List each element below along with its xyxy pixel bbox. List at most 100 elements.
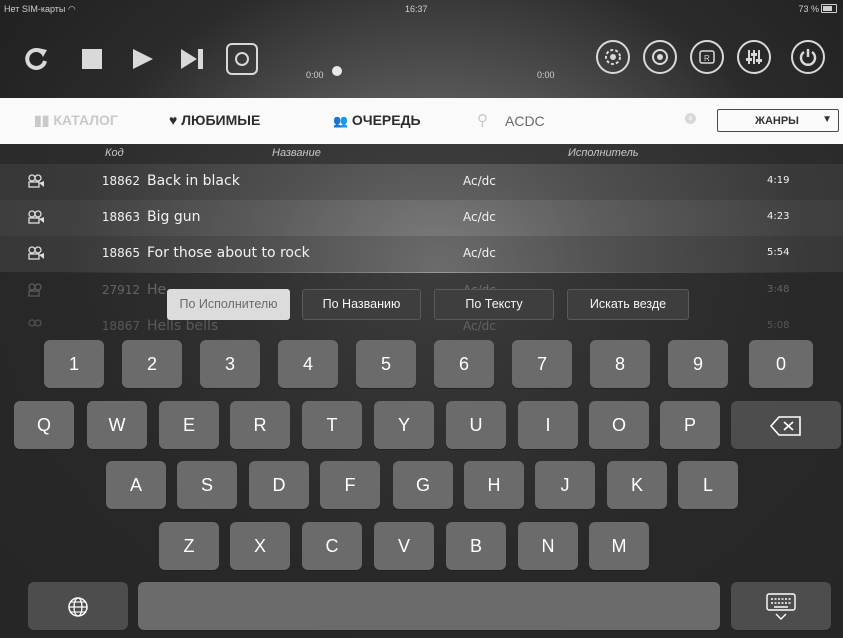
song-artist: Ac/dc (463, 174, 496, 188)
key-q[interactable]: Q (14, 401, 74, 449)
key-o[interactable]: O (589, 401, 649, 449)
key-s[interactable]: S (177, 461, 237, 509)
song-code: 18865 (101, 246, 140, 260)
table-row[interactable]: 18867 Hells bells Ac/dc 5:08 (0, 309, 843, 331)
song-artist: Ac/dc (463, 210, 496, 224)
song-code: 18867 (101, 319, 140, 331)
on-screen-keyboard: 27912 He... Ac/dc 3:48 18867 Hells bells… (0, 273, 843, 638)
player-toolbar: 0:00 0:00 R (0, 18, 843, 98)
key-7[interactable]: 7 (512, 340, 572, 388)
song-code: 27912 (101, 283, 140, 297)
scope-by-lyrics-button[interactable]: По Тексту (434, 289, 554, 320)
song-duration: 3:48 (767, 284, 790, 295)
record-icon[interactable] (225, 42, 259, 76)
key-a[interactable]: A (106, 461, 166, 509)
backspace-key[interactable] (731, 401, 841, 449)
song-artist: Ac/dc (463, 246, 496, 260)
skip-next-icon[interactable] (178, 44, 208, 74)
song-artist: Ac/dc (463, 319, 496, 331)
key-3[interactable]: 3 (200, 340, 260, 388)
search-input[interactable]: ACDC (505, 113, 545, 129)
space-key[interactable] (138, 582, 720, 630)
tab-catalog[interactable]: ▮▮ КАТАЛОГ (34, 112, 118, 129)
key-c[interactable]: C (302, 522, 362, 570)
key-i[interactable]: I (518, 401, 578, 449)
backspace-icon (769, 416, 801, 437)
status-bar: Нет SIM-карты ◠ 16:37 73 % (0, 0, 843, 18)
key-y[interactable]: Y (374, 401, 434, 449)
key-f[interactable]: F (320, 461, 380, 509)
power-icon[interactable] (791, 40, 825, 74)
table-row[interactable]: 18863 Big gun Ac/dc 4:23 (0, 200, 843, 236)
elapsed-time: 0:00 (306, 70, 324, 80)
people-icon: 👥 (333, 114, 348, 128)
remaining-time: 0:00 (537, 70, 555, 80)
key-8[interactable]: 8 (590, 340, 650, 388)
table-row[interactable]: 18865 For those about to rock Ac/dc 5:54 (0, 236, 843, 272)
key-v[interactable]: V (374, 522, 434, 570)
key-u[interactable]: U (446, 401, 506, 449)
key-1[interactable]: 1 (44, 340, 104, 388)
progress-slider-handle[interactable] (332, 66, 342, 76)
video-icon (28, 246, 44, 260)
table-row[interactable]: 27912 He... Ac/dc 3:48 (0, 273, 843, 309)
key-h[interactable]: H (464, 461, 524, 509)
dropdown-arrow-icon: ▼ (822, 114, 832, 125)
wifi-icon: ◠ (67, 4, 76, 14)
battery-icon (821, 4, 837, 13)
song-title: Back in black (147, 173, 240, 189)
scope-everywhere-button[interactable]: Искать везде (567, 289, 689, 320)
tab-favorites[interactable]: ♥ ЛЮБИМЫЕ (169, 112, 260, 128)
tab-queue[interactable]: 👥 ОЧЕРЕДЬ (333, 112, 421, 128)
key-z[interactable]: Z (159, 522, 219, 570)
song-code: 18863 (101, 210, 140, 224)
video-icon (28, 283, 42, 297)
column-code: Код (105, 147, 124, 159)
key-w[interactable]: W (87, 401, 147, 449)
song-duration: 4:23 (767, 211, 790, 222)
song-duration: 5:54 (767, 247, 790, 258)
hide-keyboard-key[interactable] (731, 582, 831, 630)
key-d[interactable]: D (249, 461, 309, 509)
clear-search-icon[interactable]: × (685, 113, 696, 124)
keyboard-dismiss-icon (766, 593, 796, 621)
refresh-icon[interactable] (21, 44, 51, 74)
key-6[interactable]: 6 (434, 340, 494, 388)
table-row[interactable]: 18862 Back in black Ac/dc 4:19 (0, 164, 843, 200)
key-l[interactable]: L (678, 461, 738, 509)
speaker-icon[interactable] (643, 40, 677, 74)
key-b[interactable]: B (446, 522, 506, 570)
key-x[interactable]: X (230, 522, 290, 570)
battery-status: 73 % (798, 4, 837, 14)
table-header: Код Название Исполнитель (0, 144, 843, 164)
key-k[interactable]: K (607, 461, 667, 509)
music-record-icon[interactable]: R (690, 40, 724, 74)
search-icon: ⚲ (477, 112, 488, 129)
video-icon (28, 174, 44, 188)
stop-icon[interactable] (78, 44, 108, 74)
key-n[interactable]: N (518, 522, 578, 570)
key-p[interactable]: P (660, 401, 720, 449)
key-g[interactable]: G (393, 461, 453, 509)
key-r[interactable]: R (230, 401, 290, 449)
scope-by-title-button[interactable]: По Названию (302, 289, 421, 320)
equalizer-icon[interactable] (737, 40, 771, 74)
song-title: For those about to rock (147, 245, 310, 261)
heart-icon: ♥ (169, 112, 178, 128)
key-9[interactable]: 9 (668, 340, 728, 388)
key-t[interactable]: T (302, 401, 362, 449)
genres-dropdown[interactable]: ЖАНРЫ ▼ (717, 109, 839, 132)
play-icon[interactable] (128, 44, 158, 74)
key-0[interactable]: 0 (749, 340, 813, 388)
key-m[interactable]: M (589, 522, 649, 570)
key-2[interactable]: 2 (122, 340, 182, 388)
globe-key[interactable] (28, 582, 128, 630)
scope-by-artist-button[interactable]: По Исполнителю (167, 289, 290, 320)
key-e[interactable]: E (159, 401, 219, 449)
key-j[interactable]: J (535, 461, 595, 509)
nav-bar: ▮▮ КАТАЛОГ ♥ ЛЮБИМЫЕ 👥 ОЧЕРЕДЬ ⚲ ACDC × … (0, 98, 843, 144)
key-5[interactable]: 5 (356, 340, 416, 388)
globe-icon (68, 597, 88, 617)
key-4[interactable]: 4 (278, 340, 338, 388)
vocal-settings-icon[interactable] (596, 40, 630, 74)
